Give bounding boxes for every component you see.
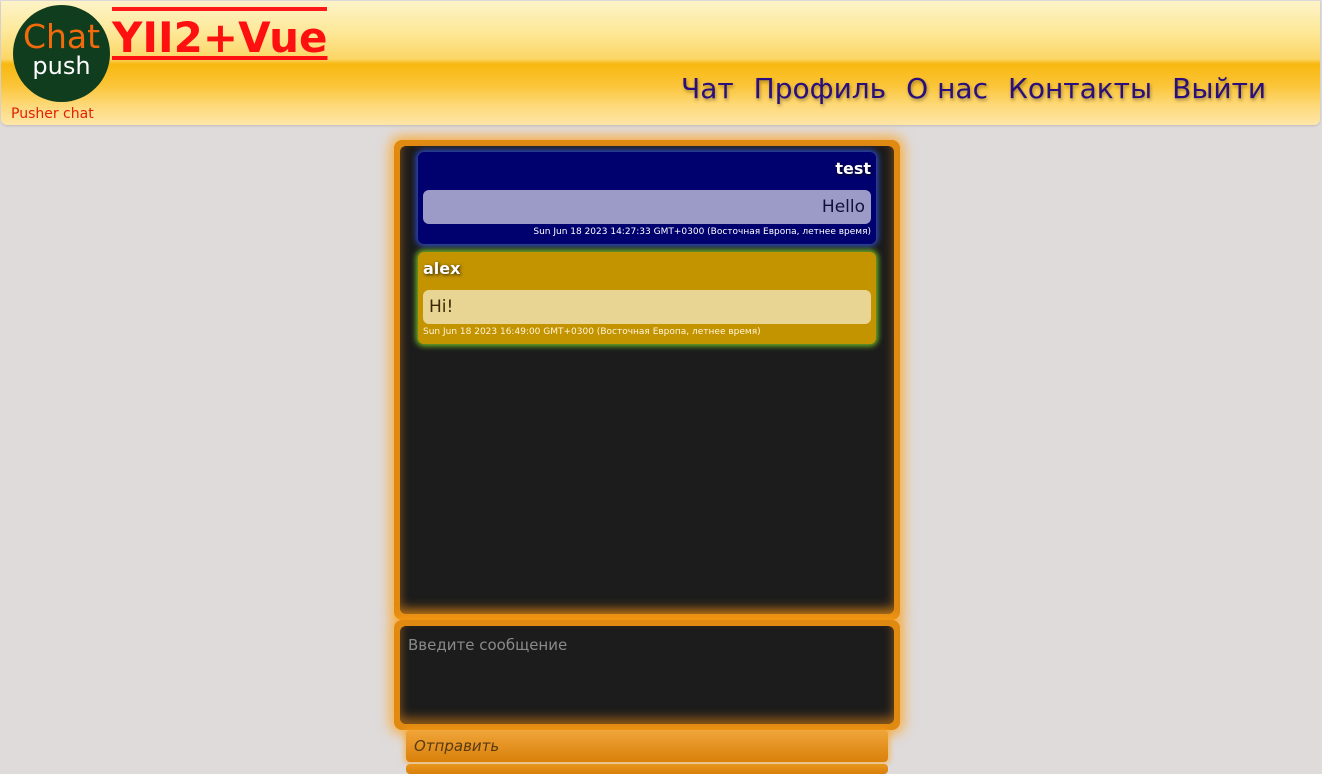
nav-item-contacts[interactable]: Контакты [1008, 69, 1152, 109]
message-item: test Hello Sun Jun 18 2023 14:27:33 GMT+… [418, 152, 876, 244]
message-item: alex Hi! Sun Jun 18 2023 16:49:00 GMT+03… [418, 252, 876, 344]
header: Chat push Pusher chat YII2+Vue Чат Профи… [1, 1, 1320, 125]
chat-panel: test Hello Sun Jun 18 2023 14:27:33 GMT+… [394, 140, 900, 620]
message-input[interactable] [400, 626, 894, 724]
logo-push-text: push [32, 52, 91, 80]
message-author: test [835, 159, 871, 178]
send-button[interactable]: Отправить [406, 730, 888, 762]
nav-item-profile[interactable]: Профиль [754, 69, 887, 109]
secondary-button[interactable] [406, 764, 888, 774]
message-timestamp: Sun Jun 18 2023 16:49:00 GMT+0300 (Восто… [423, 327, 761, 337]
message-text: Hello [423, 190, 871, 224]
message-text: Hi! [423, 290, 871, 324]
logo-chat-text: Chat [22, 17, 101, 56]
message-timestamp: Sun Jun 18 2023 14:27:33 GMT+0300 (Восто… [533, 227, 871, 237]
main-nav: Чат Профиль О нас Контакты Выйти [681, 69, 1286, 109]
composer-panel [394, 620, 900, 730]
nav-item-chat[interactable]: Чат [681, 69, 734, 109]
message-author: alex [423, 259, 461, 278]
brand-title[interactable]: YII2+Vue [112, 7, 328, 63]
nav-item-logout[interactable]: Выйти [1172, 69, 1266, 109]
message-list[interactable]: test Hello Sun Jun 18 2023 14:27:33 GMT+… [400, 146, 894, 614]
nav-item-about[interactable]: О нас [906, 69, 988, 109]
logo[interactable]: Chat push [13, 5, 110, 102]
logo-subtitle: Pusher chat [11, 106, 94, 122]
